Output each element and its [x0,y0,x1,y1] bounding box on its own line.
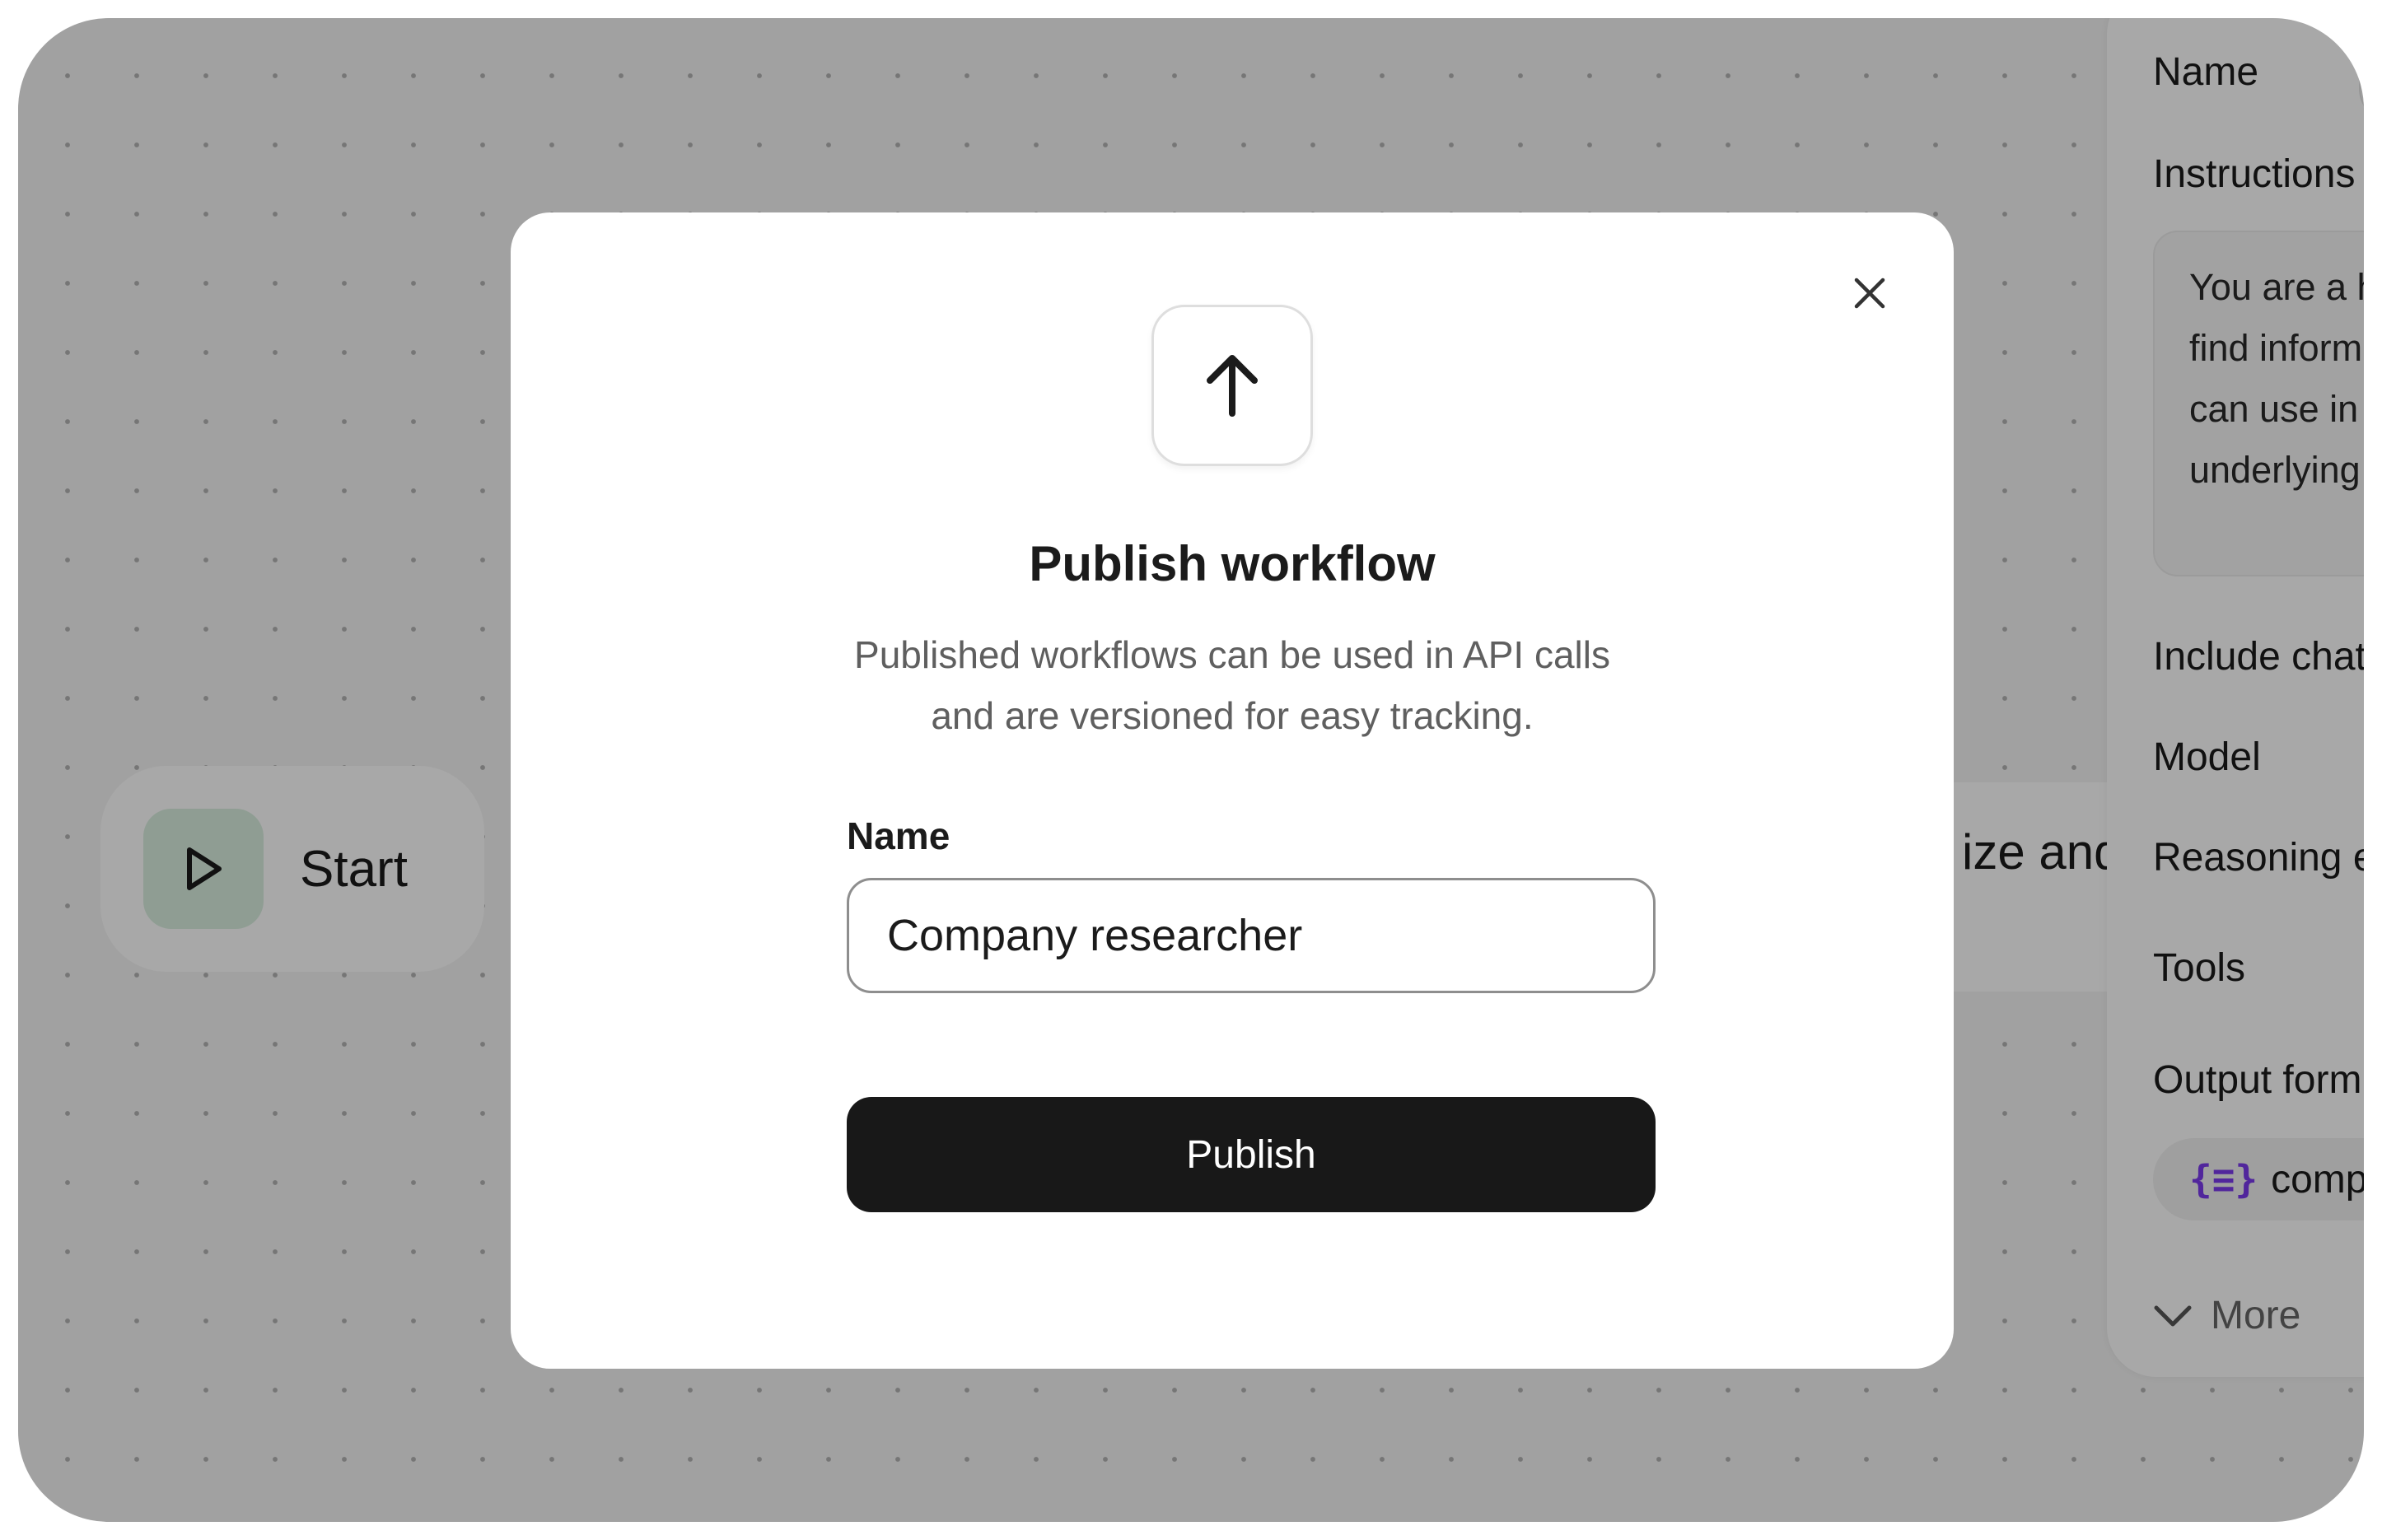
publish-workflow-dialog: Publish workflow Published workflows can… [511,212,1954,1369]
arrow-up-icon [1207,355,1258,417]
dialog-description-line: Published workflows can be used in API c… [854,633,1610,676]
dialog-description: Published workflows can be used in API c… [820,624,1644,746]
dialog-title: Publish workflow [1029,536,1436,591]
workflow-canvas: Start ize and Name Instructions You are … [18,18,2364,1522]
publish-icon-tile [1151,305,1313,466]
close-button[interactable] [1838,262,1901,324]
close-icon [1854,278,1885,309]
publish-button[interactable]: Publish [847,1097,1656,1212]
workflow-name-input[interactable] [847,878,1656,993]
name-field-label: Name [847,814,950,857]
dialog-description-line: and are versioned for easy tracking. [931,694,1534,737]
